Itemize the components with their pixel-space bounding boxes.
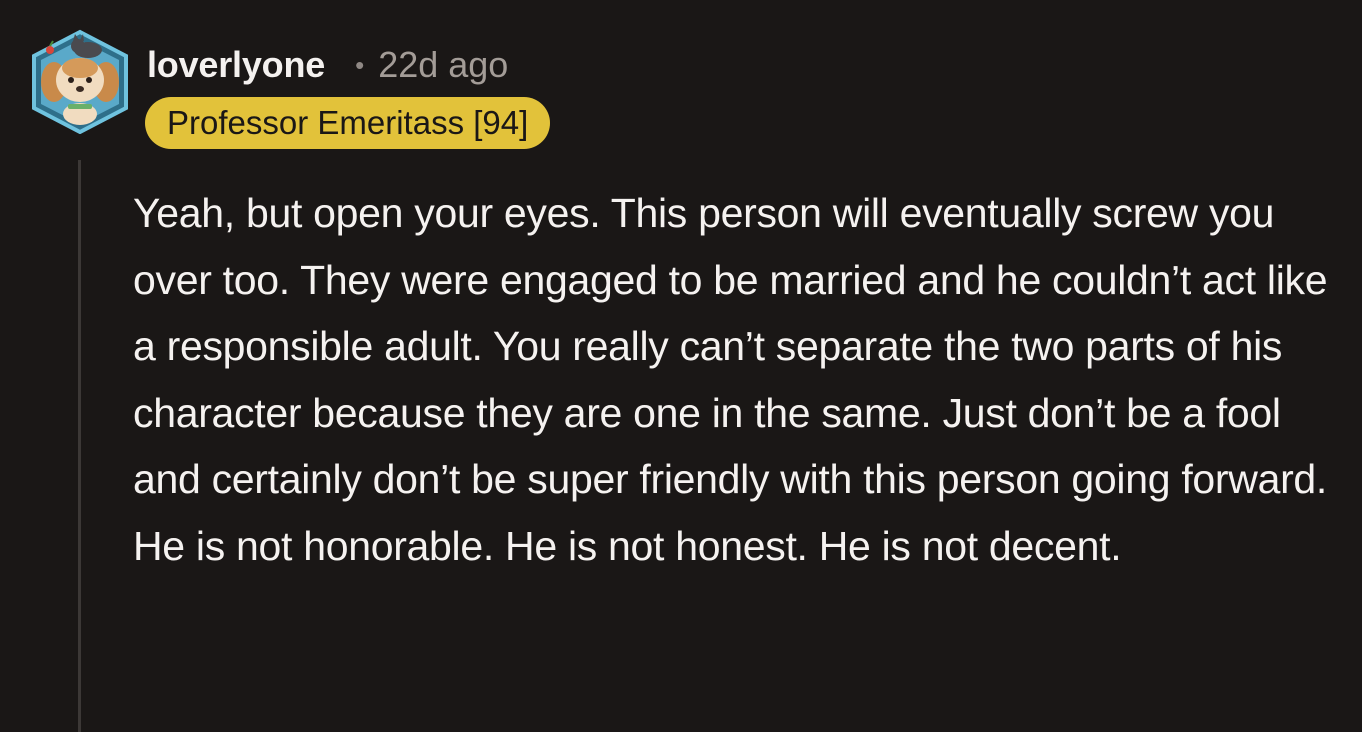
username-link[interactable]: loverlyone — [147, 44, 325, 86]
timestamp[interactable]: 22d ago — [378, 44, 508, 86]
user-flair-badge: Professor Emeritass [94] — [145, 97, 551, 149]
user-avatar-icon[interactable] — [28, 28, 132, 134]
separator-dot: • — [355, 49, 365, 80]
comment-body: Yeah, but open your eyes. This person wi… — [133, 190, 1328, 569]
comment-header: loverlyone • 22d ago — [147, 40, 508, 90]
thread-line[interactable] — [78, 160, 81, 732]
